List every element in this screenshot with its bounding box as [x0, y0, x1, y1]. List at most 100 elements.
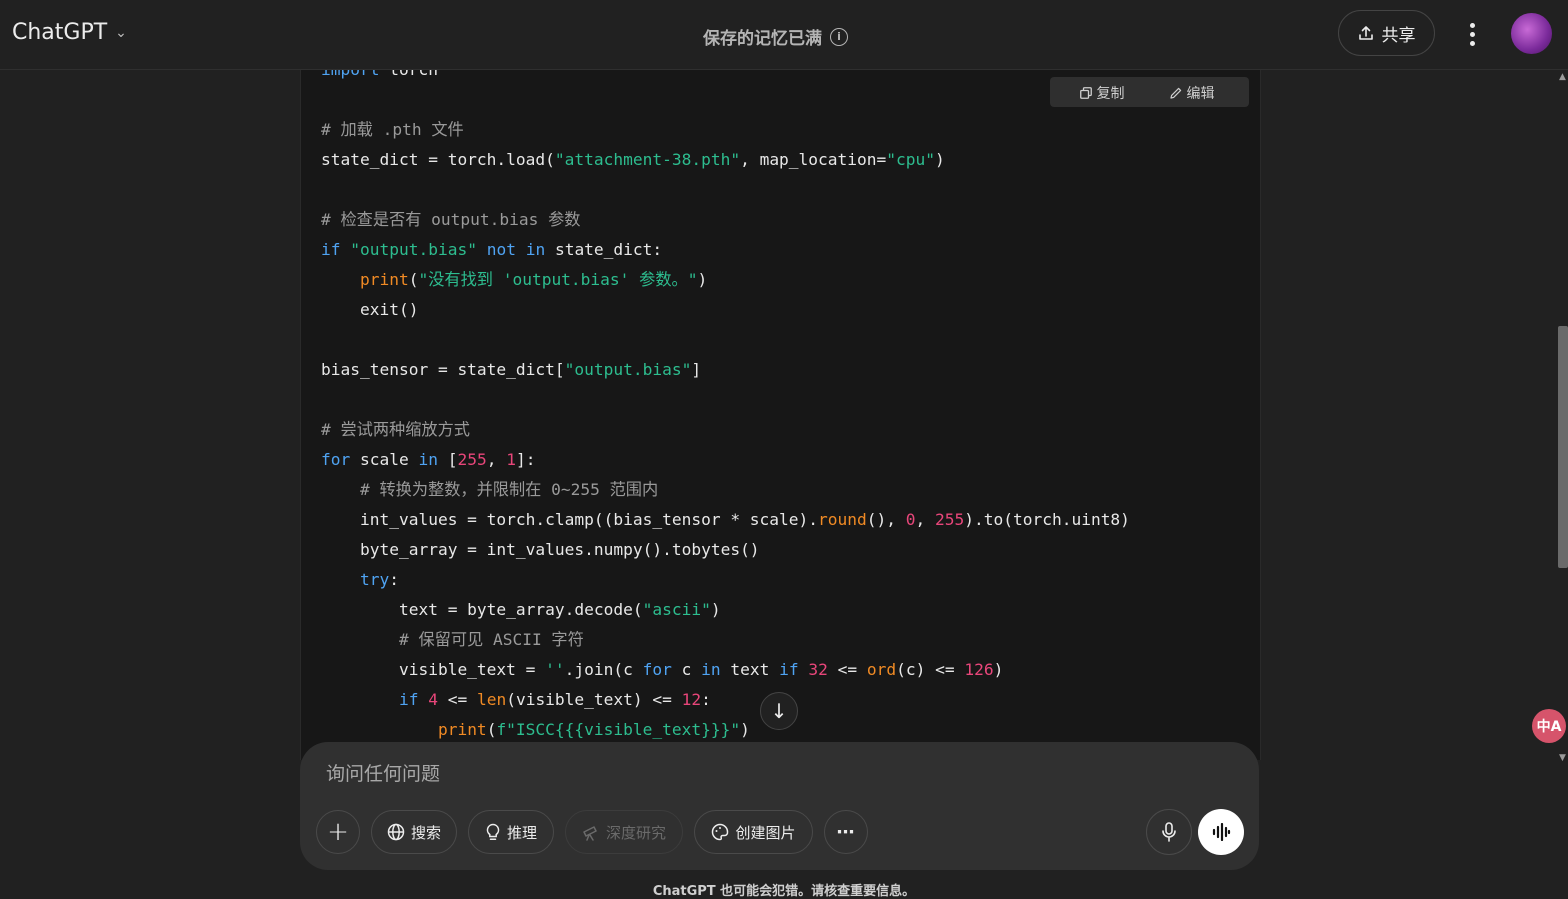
code-token: if	[398, 690, 419, 709]
scroll-up-arrow-icon[interactable]: ▲	[1559, 72, 1566, 82]
code-token: "output.bias"	[350, 240, 477, 259]
code-token: try	[359, 570, 390, 589]
code-token: visible_text =	[321, 660, 546, 679]
create-image-label: 创建图片	[735, 823, 796, 842]
voice-mode-button[interactable]	[1198, 809, 1244, 855]
code-token: ,	[486, 450, 507, 469]
voice-waveform-icon	[1212, 823, 1231, 841]
code-line: exit()	[321, 295, 1130, 325]
edit-label: 编辑	[1186, 86, 1215, 102]
translate-extension-icon[interactable]: 中A	[1532, 709, 1566, 743]
dictate-button[interactable]	[1146, 809, 1192, 855]
code-token: 0	[905, 510, 916, 529]
code-token: "output.bias"	[564, 360, 692, 379]
code-line: # 保留可见 ASCII 字符	[321, 625, 1130, 655]
pencil-icon	[1170, 87, 1182, 99]
code-token: 1	[506, 450, 516, 469]
code-token: text	[720, 660, 780, 679]
code-token: (	[486, 720, 497, 739]
code-line: byte_array = int_values.numpy().tobytes(…	[321, 535, 1130, 565]
create-image-button[interactable]: 创建图片	[694, 810, 813, 854]
code-token: text = byte_array.decode(	[321, 600, 643, 619]
code-token: "没有找到 'output.bias' 参数。"	[418, 270, 698, 289]
globe-icon	[387, 823, 405, 841]
code-token: .join(c	[564, 660, 643, 679]
code-token: (c) <=	[896, 660, 965, 679]
code-token: c	[671, 660, 702, 679]
code-token: # 尝试两种缩放方式	[321, 420, 470, 439]
deep-research-label: 深度研究	[605, 823, 666, 842]
code-token: print	[359, 270, 409, 289]
code-token: in	[701, 660, 721, 679]
code-token: (visible_text) <=	[506, 690, 682, 709]
code-token: 255	[457, 450, 487, 469]
code-token: if	[321, 240, 341, 259]
code-content: import torch # 加载 .pth 文件 state_dict = to…	[321, 70, 1130, 745]
prompt-input[interactable]	[324, 762, 1128, 786]
more-options-icon[interactable]	[1458, 18, 1486, 50]
code-line: state_dict = torch.load("attachment-38.p…	[321, 145, 1130, 175]
code-token: "attachment-38.pth"	[554, 150, 741, 169]
edit-button[interactable]: 编辑	[1170, 83, 1214, 103]
code-token: ''	[545, 660, 565, 679]
code-token: in	[418, 450, 438, 469]
code-line: if 4 <= len(visible_text) <= 12:	[321, 685, 1130, 715]
attach-button[interactable]: +	[316, 810, 360, 854]
code-block: import torch # 加载 .pth 文件 state_dict = to…	[300, 70, 1261, 760]
scroll-down-arrow-icon[interactable]: ▼	[1559, 753, 1566, 763]
code-line: # 加载 .pth 文件	[321, 115, 1130, 145]
code-token: len	[476, 690, 507, 709]
code-token: )	[697, 270, 708, 289]
code-token: (),	[866, 510, 906, 529]
code-token: # 检查是否有 output.bias 参数	[321, 210, 581, 229]
avatar[interactable]	[1511, 13, 1552, 54]
chevron-down-icon: ⌄	[115, 24, 127, 41]
code-line: try:	[321, 565, 1130, 595]
code-line: int_values = torch.clamp((bias_tensor * …	[321, 505, 1130, 535]
code-token: 32	[808, 660, 828, 679]
code-token: byte_array = int_values.numpy().tobytes(…	[321, 540, 760, 559]
code-token: not	[486, 240, 516, 259]
code-token: ]:	[515, 450, 536, 469]
code-token: state_dict:	[545, 240, 663, 259]
code-line: print(f"ISCC{{{visible_text}}}")	[321, 715, 1130, 745]
model-selector[interactable]: ChatGPT ⌄	[12, 20, 127, 45]
code-line: print("没有找到 'output.bias' 参数。")	[321, 265, 1130, 295]
share-button[interactable]: 共享	[1338, 10, 1435, 56]
reason-button[interactable]: 推理	[468, 810, 554, 854]
deep-research-button[interactable]: 深度研究	[565, 810, 683, 854]
code-token: ord	[866, 660, 897, 679]
code-token: 4	[428, 690, 438, 709]
more-tools-button[interactable]: ⋯	[824, 810, 868, 854]
code-line: bias_tensor = state_dict["output.bias"]	[321, 355, 1130, 385]
page-scrollbar-thumb[interactable]	[1558, 326, 1568, 568]
code-line: if "output.bias" not in state_dict:	[321, 235, 1130, 265]
code-token: if	[779, 660, 799, 679]
search-button[interactable]: 搜索	[371, 810, 457, 854]
info-icon[interactable]: i	[830, 27, 848, 46]
top-bar: ChatGPT ⌄ 保存的记忆已满 i 共享	[0, 0, 1568, 70]
scroll-to-bottom-button[interactable]: ↓	[760, 692, 798, 730]
ellipsis-icon: ⋯	[836, 821, 856, 843]
code-token: exit()	[321, 300, 419, 319]
code-token: (	[408, 270, 419, 289]
code-token: int_values = torch.clamp((bias_tensor * …	[321, 510, 819, 529]
code-token: "ascii"	[642, 600, 711, 619]
code-token: state_dict = torch.load(	[321, 150, 555, 169]
code-token: [	[437, 450, 458, 469]
code-token: # 保留可见 ASCII 字符	[398, 630, 584, 649]
code-line: text = byte_array.decode("ascii")	[321, 595, 1130, 625]
copy-button[interactable]: 复制	[1080, 83, 1124, 103]
footer-disclaimer: ChatGPT 也可能会犯错。请核查重要信息。	[652, 884, 916, 899]
